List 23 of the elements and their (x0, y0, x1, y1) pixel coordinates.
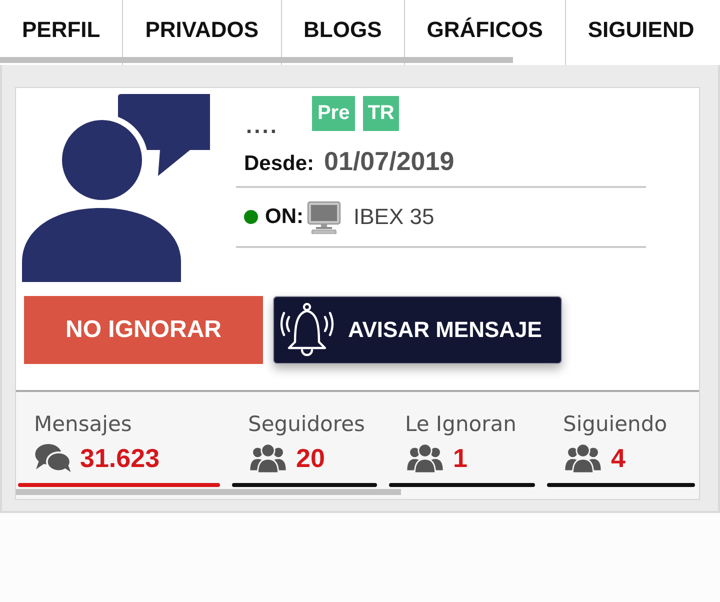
since-date: 01/07/2019 (324, 146, 454, 177)
market-name: IBEX 35 (354, 204, 434, 230)
badge: Pre (312, 96, 355, 131)
chat-bubbles-icon (34, 443, 72, 473)
stat-count: 31.623 (80, 442, 160, 474)
stat-count: 20 (296, 442, 325, 474)
stat-label: Siguiendo (562, 411, 668, 438)
people-group-icon (248, 443, 288, 473)
stat-count: 4 (611, 442, 626, 474)
since-label: Desde: (244, 152, 314, 176)
stat-label: Mensajes (33, 411, 132, 438)
badge: TR (362, 96, 400, 131)
user-name: .... (246, 118, 278, 134)
stat-count: 1 (453, 442, 468, 474)
people-group-icon (563, 443, 603, 473)
stat-label: Le Ignoran (404, 411, 516, 438)
ignore-button[interactable]: NO IGNORAR (24, 296, 263, 364)
people-group-icon (405, 443, 445, 473)
notify-button[interactable]: AVISAR MENSAJE (273, 296, 562, 364)
monitor-icon (306, 200, 340, 234)
bell-icon (280, 302, 334, 358)
status-label: ON: (265, 205, 304, 229)
stat-label: Seguidores (247, 411, 365, 438)
